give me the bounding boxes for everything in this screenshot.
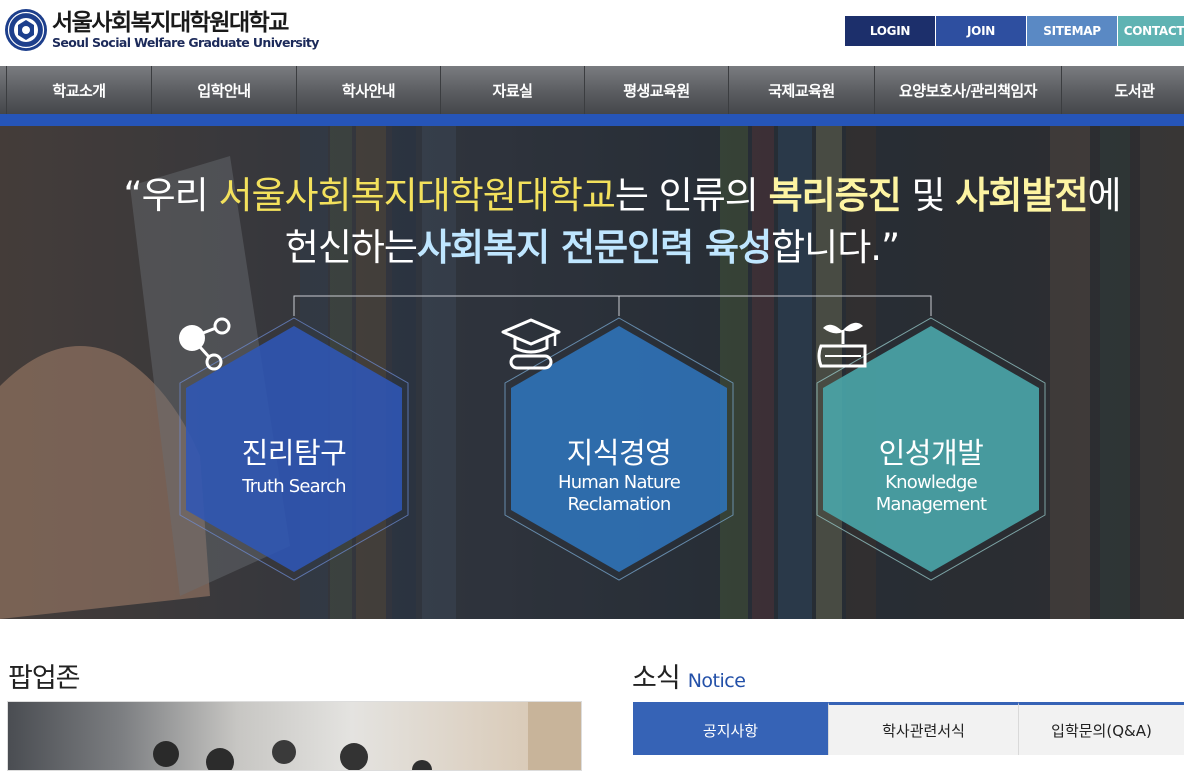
hero-banner: “우리 서울사회복지대학원대학교는 인류의 복리증진 및 사회발전에 헌신하는사… [0,126,1184,619]
value-subtitle: Knowledge Management [875,472,987,515]
news-header: 소식 Notice [632,656,746,695]
news-tabs: 공지사항 학사관련서식 입학문의(Q&A) [633,702,1184,755]
tab-notices[interactable]: 공지사항 [633,702,829,755]
nav-item-admission[interactable]: 입학안내 [151,66,296,114]
navigation-accent-bar [0,114,1184,126]
utility-menu: LOGIN JOIN SITEMAP CONTACT [845,16,1184,46]
popup-zone-title: 팝업존 [8,663,81,694]
value-title: 진리탐구 [241,436,347,470]
university-emblem-icon [5,9,47,51]
site-logo[interactable]: 서울사회복지대학원대학교 Seoul Social Welfare Gradua… [4,7,319,53]
nav-item-lifelong-education[interactable]: 평생교육원 [584,66,728,114]
tab-academic-forms[interactable]: 학사관련서식 [829,702,1019,755]
logo-english-name: Seoul Social Welfare Graduate University [52,34,319,50]
graduation-cap-icon [501,318,561,370]
value-subtitle: Human Nature Reclamation [557,472,681,515]
value-card-character-development[interactable]: 인성개발 Knowledge Management [813,316,1049,582]
nav-item-library[interactable]: 도서관 [1061,66,1184,114]
nav-item-international-education[interactable]: 국제교육원 [728,66,874,114]
value-title: 인성개발 [878,436,984,470]
news-title: 소식 [632,663,681,694]
nav-item-caregiver[interactable]: 요양보호사/관리책임자 [874,66,1061,114]
value-title: 지식경영 [566,436,672,470]
share-nodes-icon [179,317,231,371]
sprout-book-icon [817,322,867,368]
value-card-truth-search[interactable]: 진리탐구 Truth Search [176,316,412,582]
logo-korean-name: 서울사회복지대학원대학교 [52,9,289,36]
value-card-knowledge-management[interactable]: 지식경영 Human Nature Reclamation [501,316,737,582]
nav-item-academic[interactable]: 학사안내 [296,66,440,114]
tab-admission-qna[interactable]: 입학문의(Q&A) [1019,702,1184,755]
sitemap-button[interactable]: SITEMAP [1027,16,1117,46]
join-button[interactable]: JOIN [936,16,1026,46]
popup-banner-image[interactable] [7,701,582,771]
nav-item-about[interactable]: 학교소개 [6,66,151,114]
login-button[interactable]: LOGIN [845,16,935,46]
main-navigation: 학교소개 입학안내 학사안내 자료실 평생교육원 국제교육원 요양보호사/관리책… [0,66,1184,114]
people-photo-image [153,702,581,770]
contact-button[interactable]: CONTACT [1118,16,1184,46]
value-subtitle: Truth Search [242,476,346,497]
news-title-english: Notice [687,670,746,692]
site-header: 서울사회복지대학원대학교 Seoul Social Welfare Gradua… [0,0,1184,66]
nav-item-resources[interactable]: 자료실 [440,66,584,114]
